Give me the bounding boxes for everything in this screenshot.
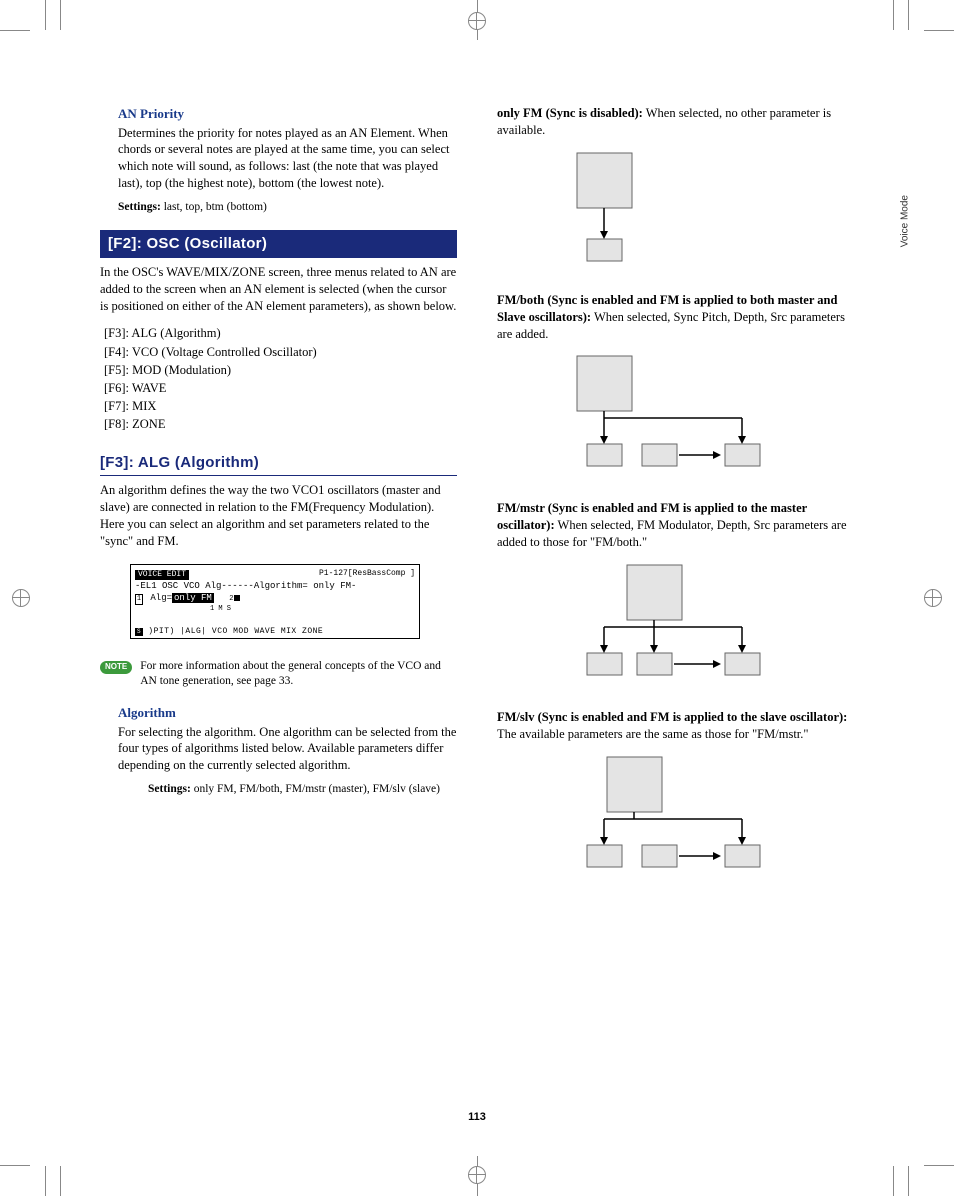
- section-f2-osc: [F2]: OSC (Oscillator): [100, 230, 457, 258]
- para-fm-both: FM/both (Sync is enabled and FM is appli…: [497, 292, 854, 343]
- section-f3-alg: [F3]: ALG (Algorithm): [100, 453, 457, 476]
- list-item: [F4]: VCO (Voltage Controlled Oscillator…: [104, 343, 457, 361]
- page-content: AN Priority Determines the priority for …: [100, 95, 854, 1101]
- diagram-fm-mstr: [547, 563, 854, 683]
- note-badge: NOTE: [100, 661, 132, 674]
- lcd-line1: -EL1 OSC VCO Alg------Algorithm= only FM…: [135, 581, 415, 592]
- para-only-fm: only FM (Sync is disabled): When selecte…: [497, 105, 854, 139]
- list-item: [F5]: MOD (Modulation): [104, 361, 457, 379]
- heading-algorithm: Algorithm: [118, 704, 457, 722]
- list-item: [F3]: ALG (Algorithm): [104, 324, 457, 342]
- fkey-list: [F3]: ALG (Algorithm) [F4]: VCO (Voltage…: [104, 324, 457, 433]
- column-left: AN Priority Determines the priority for …: [100, 95, 457, 1101]
- lcd-screenshot: VOICE EDIT P1-127[ResBassComp ] -EL1 OSC…: [130, 564, 420, 639]
- settings-algorithm: Settings: only FM, FM/both, FM/mstr (mas…: [148, 782, 457, 798]
- list-item: [F7]: MIX: [104, 397, 457, 415]
- tail-fm-slv: The available parameters are the same as…: [497, 727, 809, 741]
- settings-label: Settings:: [118, 201, 161, 213]
- lcd-mode-label: VOICE EDIT: [135, 570, 189, 580]
- list-item: [F6]: WAVE: [104, 379, 457, 397]
- diagram-fm-both: [547, 354, 854, 474]
- diagram-only-fm: [547, 151, 854, 266]
- note-text: For more information about the general c…: [140, 659, 457, 690]
- para-fm-slv: FM/slv (Sync is enabled and FM is applie…: [497, 709, 854, 743]
- settings-label: Settings:: [148, 783, 191, 795]
- body-an-priority: Determines the priority for notes played…: [118, 125, 457, 193]
- heading-an-priority: AN Priority: [118, 105, 457, 123]
- settings-an-priority: Settings: last, top, btm (bottom): [118, 200, 457, 216]
- settings-value: last, top, btm (bottom): [161, 201, 267, 213]
- body-f2: In the OSC's WAVE/MIX/ZONE screen, three…: [100, 264, 457, 315]
- para-fm-mstr: FM/mstr (Sync is enabled and FM is appli…: [497, 500, 854, 551]
- body-f3: An algorithm defines the way the two VCO…: [100, 482, 457, 550]
- lcd-patch: P1-127[ResBassComp ]: [319, 569, 415, 579]
- body-algorithm: For selecting the algorithm. One algorit…: [118, 724, 457, 775]
- lcd-nums-a: 2: [229, 595, 233, 603]
- head-fm-slv: FM/slv (Sync is enabled and FM is applie…: [497, 710, 847, 724]
- note-block: NOTE For more information about the gene…: [100, 659, 457, 690]
- side-tab-voice-mode: Voice Mode: [899, 195, 910, 247]
- head-only-fm: only FM (Sync is disabled):: [497, 106, 643, 120]
- list-item: [F8]: ZONE: [104, 415, 457, 433]
- page-number: 113: [0, 1111, 954, 1123]
- diagram-fm-slv: [547, 755, 854, 875]
- lcd-alg-value: only FM: [172, 593, 214, 603]
- settings-value: only FM, FM/both, FM/mstr (master), FM/s…: [191, 783, 440, 795]
- lcd-alg-label: Alg=: [150, 593, 172, 603]
- lcd-nums-b: 1 M S: [210, 605, 231, 613]
- column-right: only FM (Sync is disabled): When selecte…: [497, 95, 854, 1101]
- lcd-tabs: S )PIT) |ALG| VCO MOD WAVE MIX ZONE: [135, 627, 415, 637]
